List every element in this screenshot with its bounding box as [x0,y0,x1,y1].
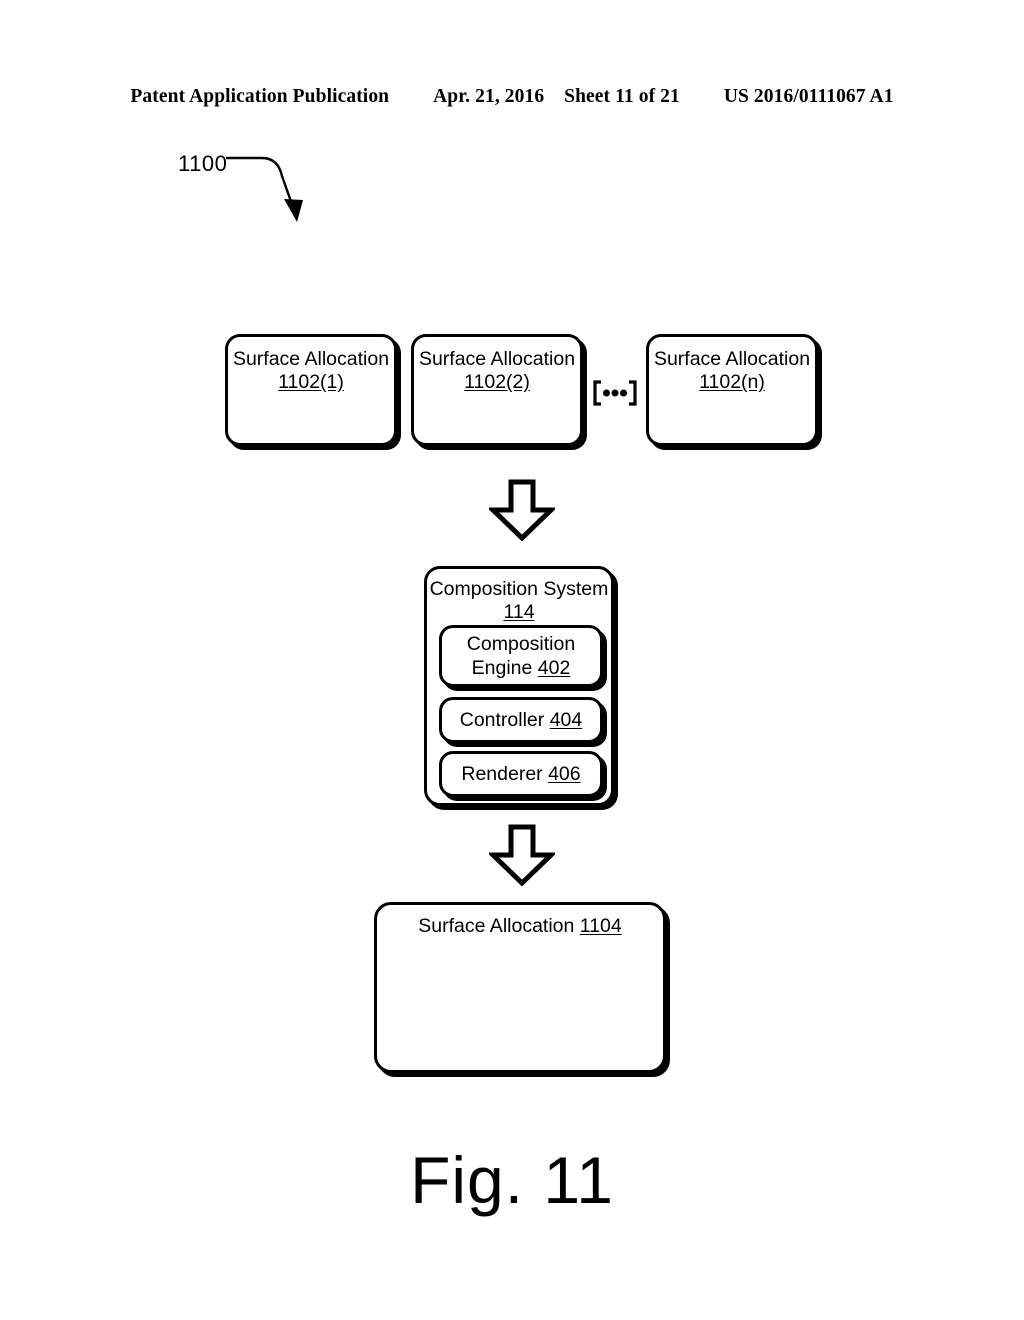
renderer-label-line: Renderer 406 [461,762,580,786]
composition-engine-box: Composition Engine 402 [439,625,603,687]
header-publication-title: Patent Application Publication [130,86,390,107]
renderer-label-word: Renderer [461,763,543,785]
surface-allocation-n-ref: 1102(n) [699,371,765,393]
output-surface-allocation-ref: 1104 [579,915,622,937]
figure-reference-leader-arrow [226,156,303,222]
composition-engine-label-line1: Composition [466,633,576,655]
surface-allocation-n-title: Surface Allocation [653,348,811,370]
header-publication-number: US 2016/0111067 A1 [723,86,894,107]
composition-engine-label-line2: Engine 402 [472,656,571,680]
surface-allocation-2-title: Surface Allocation [418,348,576,370]
output-surface-allocation-line: Surface Allocation 1104 [377,915,663,938]
figure-caption: Fig. 11 [410,1143,614,1217]
ellipsis-icon [593,380,637,406]
composition-system-ref: 114 [503,601,535,623]
composition-system-title: Composition System [429,578,609,600]
surface-allocation-box-2: Surface Allocation 1102(2) [411,334,583,446]
renderer-ref: 406 [548,763,581,785]
header-date: Apr. 21, 2016 [433,86,545,107]
controller-ref: 404 [549,709,583,731]
controller-label-word: Controller [459,709,545,731]
composition-system-box: Composition System 114 Composition Engin… [424,566,614,806]
renderer-box: Renderer 406 [439,751,603,797]
controller-label-line: Controller 404 [460,708,583,732]
surface-allocation-1-ref: 1102(1) [278,371,344,393]
surface-allocation-2-ref: 1102(2) [464,371,530,393]
output-surface-allocation-box: Surface Allocation 1104 [374,902,666,1073]
surface-allocation-1-title: Surface Allocation [232,348,390,370]
composition-engine-label-word: Engine [471,657,533,679]
surface-allocation-box-1: Surface Allocation 1102(1) [225,334,397,446]
figure-reference-label: 1100 [178,151,228,176]
surface-allocation-box-n: Surface Allocation 1102(n) [646,334,818,446]
flow-arrow-down-2 [489,824,555,886]
controller-box: Controller 404 [439,697,603,743]
flow-arrow-down-1 [489,479,555,541]
header-sheet-number: Sheet 11 of 21 [564,86,680,107]
output-surface-allocation-title: Surface Allocation [418,915,575,937]
page-header: Patent Application Publication Apr. 21, … [0,86,1024,108]
composition-engine-ref: 402 [537,657,571,679]
